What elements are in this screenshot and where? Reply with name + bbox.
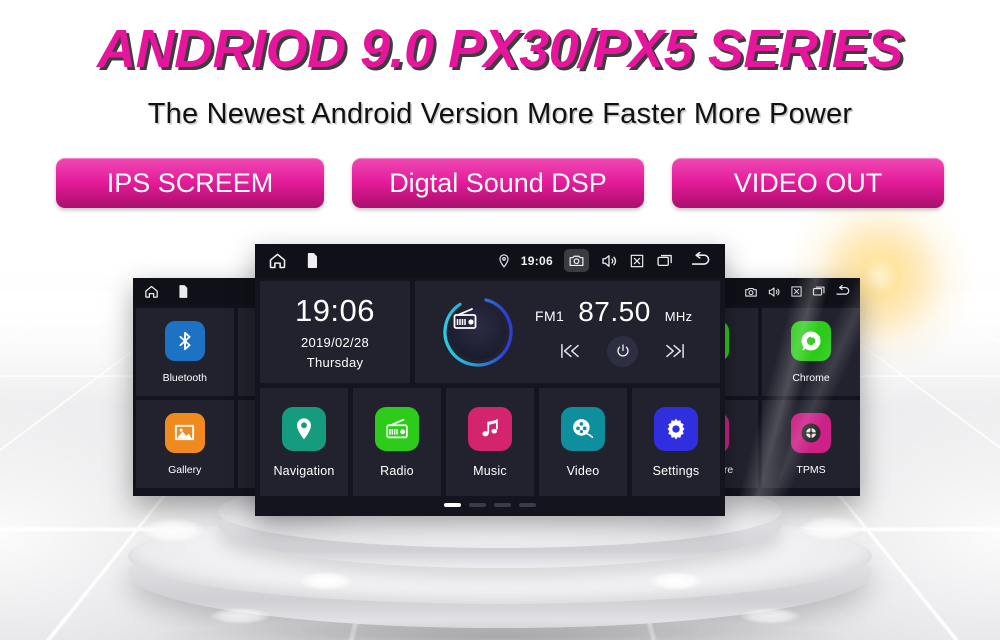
page-indicator (260, 503, 720, 507)
app-label: Video (566, 463, 600, 478)
volume-icon[interactable] (600, 252, 618, 270)
app-tile-gallery[interactable]: Gallery (136, 400, 234, 488)
app-tile-navigation[interactable]: Navigation (260, 388, 348, 496)
page-subtitle: The Newest Android Version More Faster M… (147, 98, 853, 130)
main-head-unit: 19:06 19:06 2019/02/28 Thursday FM1 87.5… (255, 244, 725, 516)
page-dot-3[interactable] (494, 503, 511, 507)
app-label: TPMS (796, 463, 826, 476)
app-label: Music (473, 463, 507, 478)
radio-frequency: 87.50 (578, 295, 651, 327)
right-app-grid-body: DVD Chrome (722, 305, 860, 491)
statusbar-time: 19:06 (520, 253, 553, 268)
app-tile-bluetooth[interactable]: Bluetooth (136, 308, 234, 396)
recents-icon[interactable] (656, 253, 674, 269)
app-tile-play-store[interactable]: Play Store (722, 400, 758, 488)
radio-unit: MHz (664, 308, 693, 324)
skip-previous-icon[interactable] (559, 342, 581, 360)
close-x-icon[interactable] (790, 285, 803, 298)
banner-stage: ANDRIOD 9.0 PX30/PX5 SERIES The Newest A… (0, 0, 1000, 640)
feature-pill-dsp[interactable]: Digtal Sound DSP (352, 158, 644, 208)
feature-pill-ips[interactable]: IPS SCREEM (56, 158, 324, 208)
clock-time: 19:06 (294, 292, 376, 328)
radio-widget: FM1 87.50 MHz (415, 281, 720, 383)
podium-highlight (210, 608, 270, 624)
skip-next-icon[interactable] (664, 342, 686, 360)
app-label: Bluetooth (162, 371, 207, 384)
location-pin-icon (498, 253, 510, 268)
main-statusbar: 19:06 (255, 244, 725, 277)
podium-highlight (800, 516, 862, 540)
back-icon[interactable] (690, 252, 713, 269)
app-label: Chrome (792, 371, 830, 384)
app-tile-video[interactable]: Video (539, 388, 627, 496)
page-title: ANDRIOD 9.0 PX30/PX5 SERIES (97, 19, 903, 79)
feature-pill-group: IPS SCREEM Digtal Sound DSP VIDEO OUT (0, 158, 1000, 208)
right-statusbar (722, 278, 860, 305)
volume-icon[interactable] (767, 285, 781, 299)
image-icon (164, 412, 205, 453)
page-dot-2[interactable] (469, 503, 486, 507)
app-tile-dvd[interactable]: DVD (722, 308, 758, 396)
main-app-row: Navigation Radio Music Video Settings (260, 388, 720, 496)
camera-icon[interactable] (744, 285, 758, 299)
page-dot-4[interactable] (519, 503, 536, 507)
home-icon[interactable] (143, 283, 160, 300)
radio-ring (439, 293, 517, 371)
camera-icon[interactable] (564, 249, 589, 272)
clock-weekday: Thursday (306, 354, 364, 370)
radio-readout: FM1 87.50 MHz (517, 295, 720, 367)
podium-shadow (150, 620, 850, 640)
app-tile-radio[interactable]: Radio (353, 388, 441, 496)
radio-band: FM1 (535, 307, 565, 324)
podium-highlight (740, 608, 800, 624)
widget-row: 19:06 2019/02/28 Thursday FM1 87.50 MHz (260, 281, 720, 383)
podium-highlight (142, 518, 204, 542)
app-label: Gallery (168, 463, 202, 476)
radio-controls (535, 335, 706, 367)
tire-icon (791, 412, 831, 453)
clock-widget[interactable]: 19:06 2019/02/28 Thursday (260, 281, 410, 383)
back-icon[interactable] (835, 285, 852, 298)
main-home-screen: 19:06 2019/02/28 Thursday FM1 87.50 MHz … (255, 277, 725, 507)
gear-icon (654, 406, 698, 451)
chrome-icon (791, 320, 831, 361)
sdcard-icon[interactable] (306, 253, 318, 268)
home-icon[interactable] (267, 250, 288, 271)
music-note-icon (468, 406, 512, 451)
app-tile-music[interactable]: Music (446, 388, 534, 496)
power-icon[interactable] (607, 335, 638, 367)
app-label: Radio (380, 463, 414, 478)
app-label: Navigation (273, 463, 335, 478)
sdcard-icon[interactable] (178, 285, 188, 298)
radio-icon (375, 406, 419, 451)
close-x-icon[interactable] (629, 253, 645, 269)
bluetooth-icon (164, 320, 205, 361)
recents-icon[interactable] (812, 285, 826, 298)
clock-date: 2019/02/28 (300, 334, 370, 350)
app-label: Settings (652, 463, 700, 478)
app-tile-chrome[interactable]: Chrome (762, 308, 860, 396)
page-dot-1[interactable] (444, 503, 461, 507)
radio-icon[interactable] (450, 304, 506, 360)
map-pin-icon (282, 406, 326, 451)
feature-pill-video[interactable]: VIDEO OUT (672, 158, 944, 208)
right-head-unit: DVD Chrome (722, 278, 860, 496)
podium-highlight (650, 572, 702, 590)
film-reel-icon (561, 406, 605, 451)
app-tile-settings[interactable]: Settings (632, 388, 720, 496)
right-app-grid: DVD Chrome (722, 308, 860, 488)
podium-highlight (300, 572, 352, 590)
app-tile-tpms[interactable]: TPMS (762, 400, 860, 488)
